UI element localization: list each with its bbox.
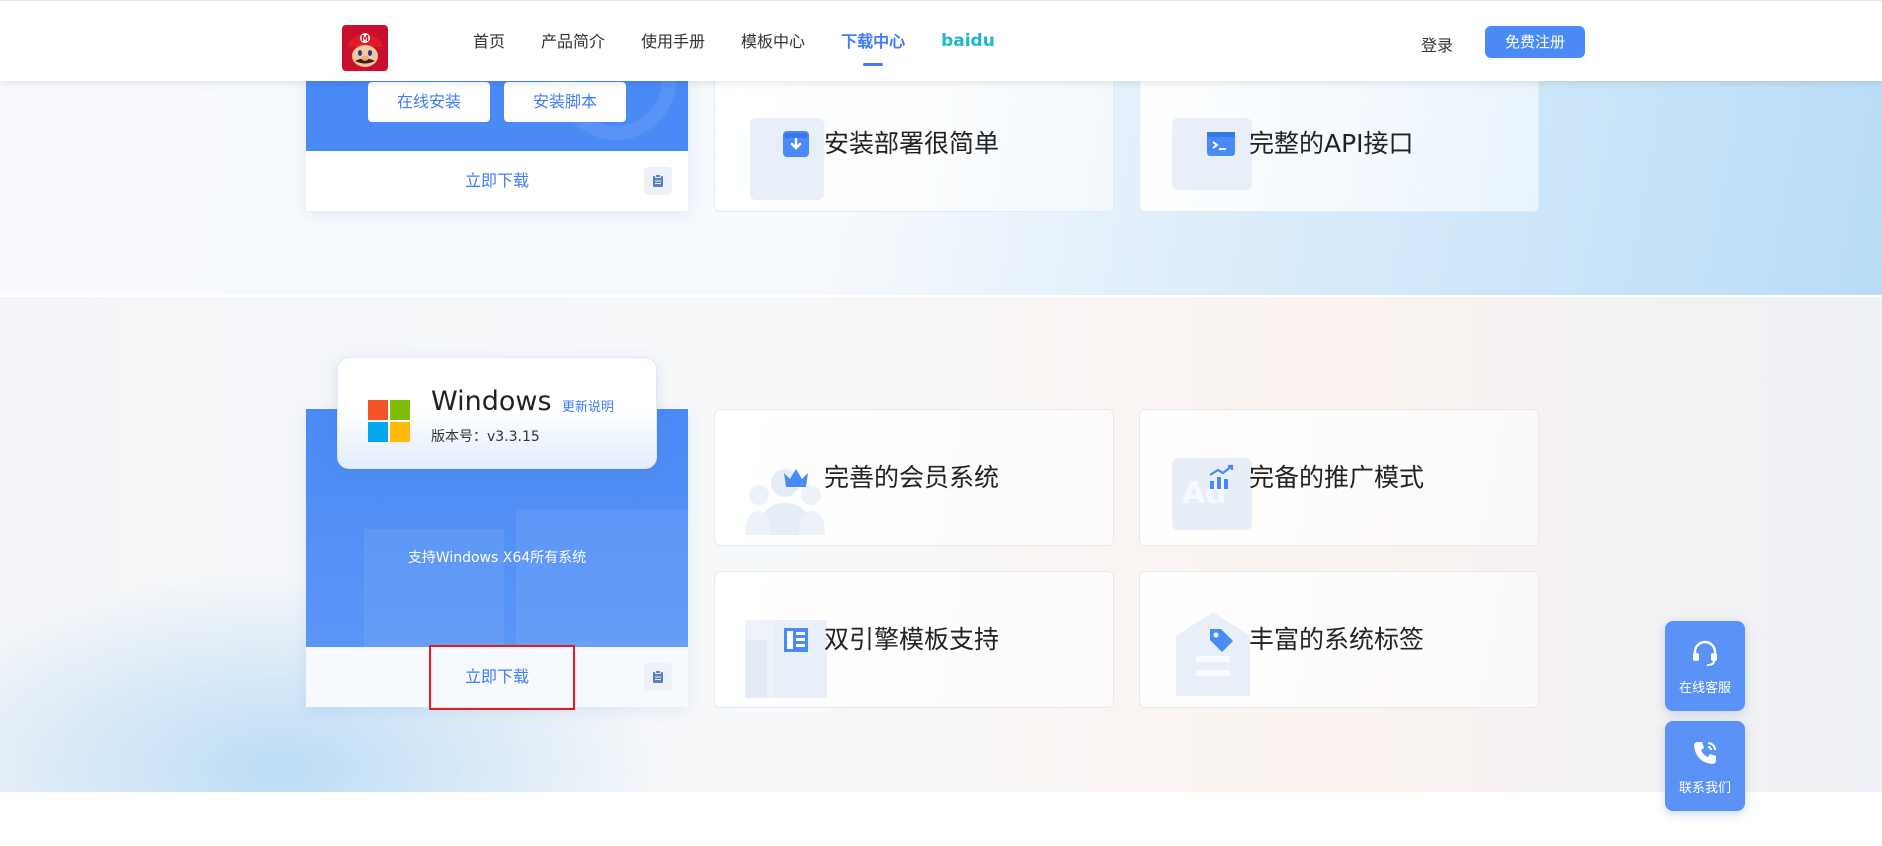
feature-member-system: 完善的会员系统	[714, 409, 1114, 546]
feature-system-tags: 丰富的系统标签	[1139, 571, 1539, 708]
nav-baidu[interactable]: baidu	[941, 1, 995, 82]
feature-label: 完善的会员系统	[824, 462, 1000, 492]
copy-icon[interactable]	[644, 663, 672, 691]
selection-highlight	[429, 645, 575, 710]
nav-product-intro[interactable]: 产品简介	[541, 1, 605, 82]
install-script-button[interactable]: 安装脚本	[504, 82, 626, 122]
login-link[interactable]: 登录	[1421, 32, 1453, 56]
windows-logo-icon	[368, 400, 410, 442]
windows-support-text: 支持Windows X64所有系统	[407, 550, 587, 566]
copy-icon[interactable]	[644, 167, 672, 195]
nav-home[interactable]: 首页	[473, 1, 505, 82]
svg-text:M: M	[361, 34, 369, 43]
online-service-label: 在线客服	[1678, 681, 1731, 696]
phone-icon	[1694, 742, 1716, 764]
crown-icon	[781, 463, 811, 493]
register-button[interactable]: 免费注册	[1485, 26, 1585, 58]
online-service-button[interactable]: 在线客服	[1665, 621, 1745, 711]
top-navbar: M 首页 产品简介 使用手册 模板中心 下载中心 baidu 登录 免费注册	[0, 0, 1882, 81]
feature-label: 完整的API接口	[1249, 128, 1414, 158]
mario-avatar-icon[interactable]: M	[342, 25, 388, 71]
windows-title: Windows	[431, 386, 552, 417]
feature-label: 安装部署很简单	[824, 128, 1000, 158]
tag-icon	[1206, 625, 1236, 655]
feature-label: 完备的推广模式	[1249, 462, 1425, 492]
linux-card-footer: 立即下载	[306, 151, 688, 211]
online-install-button[interactable]: 在线安装	[368, 82, 490, 122]
linux-download-card: 在线安装 安装脚本 立即下载	[306, 60, 688, 211]
linux-download-link[interactable]: 立即下载	[306, 151, 688, 211]
nav-download-center[interactable]: 下载中心	[841, 1, 905, 82]
feature-easy-deploy: 安装部署很简单	[714, 75, 1114, 212]
feature-promotion: Ad 完备的推广模式	[1139, 409, 1539, 546]
growth-chart-icon	[1206, 463, 1236, 493]
feature-label: 丰富的系统标签	[1249, 624, 1425, 654]
terminal-icon	[1206, 129, 1236, 159]
version-label: 版本号：v3.3.15	[431, 429, 540, 445]
headset-icon	[1693, 640, 1717, 666]
windows-info-panel: Windows 更新说明 版本号：v3.3.15	[337, 357, 657, 469]
feature-label: 双引擎模板支持	[824, 624, 1000, 654]
download-box-icon	[781, 129, 811, 159]
decorative-window-pane	[516, 509, 688, 647]
contact-us-button[interactable]: 联系我们	[1665, 721, 1745, 811]
feature-dual-engine: 双引擎模板支持	[714, 571, 1114, 708]
template-layout-icon	[781, 625, 811, 655]
main-nav: 首页 产品简介 使用手册 模板中心 下载中心 baidu	[473, 1, 1031, 82]
feature-api: 完整的API接口	[1139, 75, 1539, 212]
contact-us-label: 联系我们	[1678, 781, 1731, 796]
nav-manual[interactable]: 使用手册	[641, 1, 705, 82]
nav-template-center[interactable]: 模板中心	[741, 1, 805, 82]
update-notes-link[interactable]: 更新说明	[562, 396, 614, 415]
